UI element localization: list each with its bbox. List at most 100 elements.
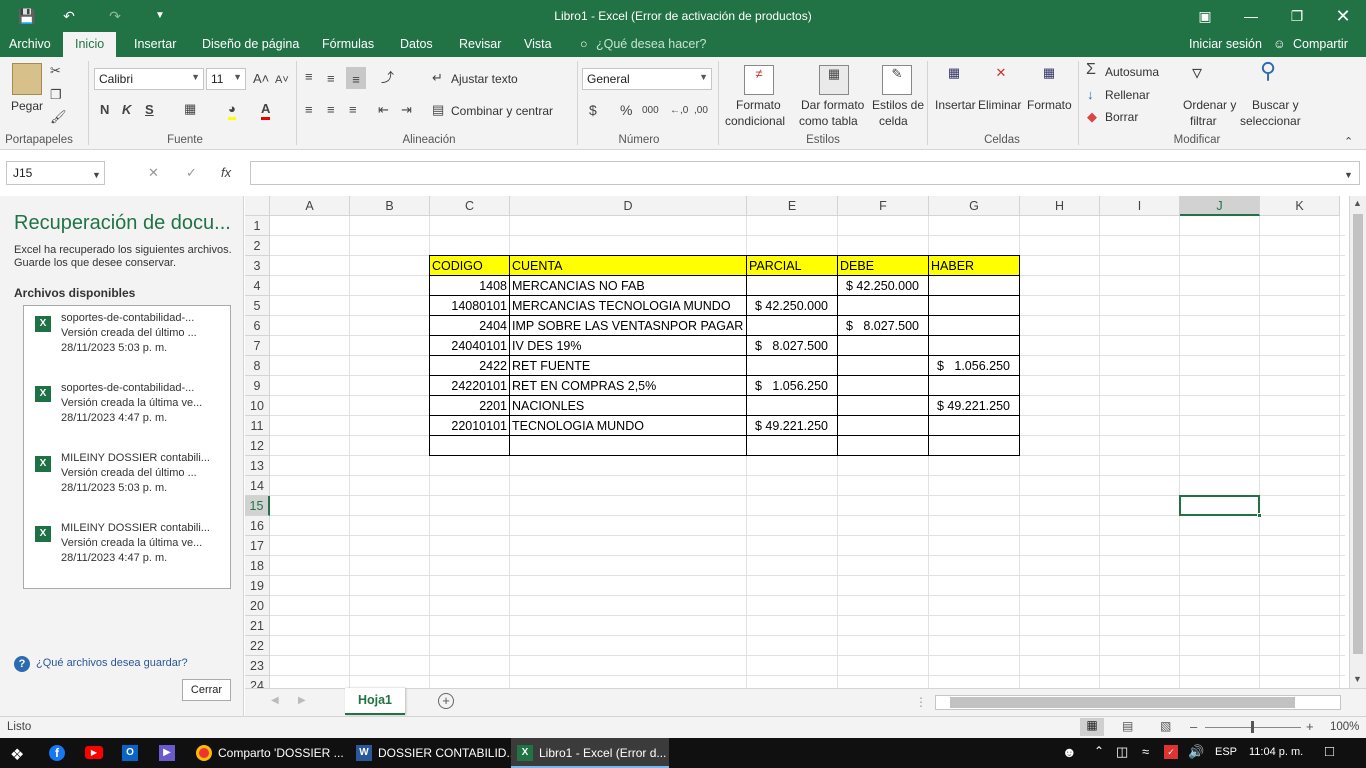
share-button[interactable]: Compartir [1293,37,1348,51]
row-header-18[interactable]: 18 [245,556,270,576]
page-layout-icon[interactable]: ▤ [1122,719,1133,733]
selected-cell[interactable] [1179,495,1260,516]
column-header-a[interactable]: A [270,196,350,216]
table-cell-parcial[interactable]: $ 1.056.250 [747,376,837,396]
table-cell-cuenta[interactable]: RET FUENTE [510,356,746,376]
table-cell-haber[interactable]: $ 1.056.250 [929,356,1019,376]
table-cell-haber[interactable] [929,316,1019,336]
wrap-text-button[interactable]: Ajustar texto [451,72,518,86]
table-header-cuenta[interactable]: CUENTA [510,256,746,276]
cell-styles-label-1[interactable]: Estilos de [872,98,924,112]
number-format-select[interactable]: General ▼ [582,68,712,90]
table-header-codigo[interactable]: CODIGO [430,256,509,276]
row-header-4[interactable]: 4 [245,276,270,296]
increase-indent-icon[interactable]: ⇥ [401,102,412,118]
decrease-decimal-icon[interactable]: ,00 [694,103,708,119]
table-format-icon[interactable]: ▦ [819,65,849,95]
font-size-select[interactable]: 11 ▼ [206,68,246,90]
clock[interactable]: 11:04 p. m. [1249,746,1303,758]
table-format-label-1[interactable]: Dar formato [801,98,864,112]
autosum-button[interactable]: Autosuma [1105,65,1159,79]
page-break-icon[interactable]: ▧ [1160,719,1171,733]
taskbar-item-excel[interactable]: X Libro1 - Excel (Error d... [511,738,669,768]
copy-icon[interactable]: ❐ [50,87,62,103]
format-cells-button[interactable]: Formato [1027,98,1072,112]
grow-font-icon[interactable]: A˄ [253,71,269,87]
list-item[interactable]: X MILEINY DOSSIER contabili... Versión c… [24,450,230,512]
bold-button[interactable]: N [100,102,109,118]
align-top-icon[interactable]: ≡ [305,69,313,85]
tab-diseno-pagina[interactable]: Diseño de página [202,37,299,51]
row-header-3[interactable]: 3 [245,256,270,276]
spreadsheet-grid[interactable]: A B C D E F G H I J K 1 2 3 4 5 6 7 8 9 10 11 12 13 14 15 16 17 18 19… [245,196,1366,688]
row-header-5[interactable]: 5 [245,296,270,316]
table-cell-haber[interactable]: $ 49.221.250 [929,396,1019,416]
underline-button[interactable]: S [145,102,154,118]
table-cell-debe[interactable] [838,336,928,356]
table-cell-haber[interactable] [929,296,1019,316]
align-bottom-icon[interactable]: ≡ [346,67,366,89]
ribbon-display-icon[interactable]: ▣ [1194,6,1216,26]
tab-archivo[interactable]: Archivo [9,37,51,51]
prev-sheet-icon[interactable]: ◀ [271,695,279,706]
tab-datos[interactable]: Datos [400,37,433,51]
row-header-6[interactable]: 6 [245,316,270,336]
signin-link[interactable]: Iniciar sesión [1189,37,1262,51]
column-header-d[interactable]: D [510,196,747,216]
row-header-9[interactable]: 9 [245,376,270,396]
row-header-1[interactable]: 1 [245,216,270,236]
find-select-label-1[interactable]: Buscar y [1252,98,1299,112]
list-item[interactable]: X soportes-de-contabilidad-... Versión c… [24,380,230,442]
align-middle-icon[interactable]: ≡ [327,71,335,87]
column-header-j[interactable]: J [1180,196,1260,216]
table-cell-parcial[interactable] [747,276,837,296]
insert-cells-icon[interactable]: ▦ [940,65,968,93]
table-cell-parcial[interactable] [747,356,837,376]
volume-icon[interactable]: 🔊 [1188,744,1204,760]
table-cell-debe[interactable]: $ 8.027.500 [838,316,928,336]
table-cell-codigo[interactable]: 24220101 [430,376,509,396]
table-cell-haber[interactable] [929,336,1019,356]
table-cell-cuenta[interactable]: TECNOLOGIA MUNDO [510,416,746,436]
table-cell-parcial[interactable] [747,396,837,416]
tab-insertar[interactable]: Insertar [134,37,176,51]
table-cell-debe[interactable] [838,356,928,376]
zoom-out-icon[interactable]: – [1190,719,1197,734]
currency-button[interactable]: $ [589,102,597,118]
conditional-format-label-1[interactable]: Formato [736,98,781,112]
normal-view-icon[interactable]: ▦ [1080,718,1104,736]
row-header-11[interactable]: 11 [245,416,270,436]
table-cell-cuenta[interactable]: NACIONLES [510,396,746,416]
find-select-label-2[interactable]: seleccionar [1240,114,1301,128]
column-header-e[interactable]: E [747,196,838,216]
table-format-label-2[interactable]: como tabla [799,114,858,128]
battery-icon[interactable]: ◫ [1116,744,1128,760]
row-header-8[interactable]: 8 [245,356,270,376]
table-cell-codigo[interactable]: 1408 [430,276,509,296]
table-cell-codigo[interactable]: 2201 [430,396,509,416]
add-sheet-icon[interactable]: + [438,693,454,709]
facebook-icon[interactable]: f [49,745,65,761]
row-header-20[interactable]: 20 [245,596,270,616]
clear-button[interactable]: Borrar [1105,110,1138,124]
enter-icon[interactable]: ✓ [186,165,197,181]
table-cell-debe[interactable] [838,296,928,316]
column-header-k[interactable]: K [1260,196,1340,216]
column-header-h[interactable]: H [1020,196,1100,216]
row-header-22[interactable]: 22 [245,636,270,656]
decrease-indent-icon[interactable]: ⇤ [378,102,389,118]
row-header-7[interactable]: 7 [245,336,270,356]
font-name-select[interactable]: Calibri ▼ [94,68,204,90]
vertical-scrollbar[interactable]: ▲ ▼ [1349,196,1366,688]
table-cell-debe[interactable] [838,416,928,436]
fill-button[interactable]: Rellenar [1105,88,1150,102]
hscroll-thumb[interactable] [950,697,1295,708]
table-header-debe[interactable]: DEBE [838,256,928,276]
thousands-button[interactable]: 000 [642,103,659,119]
table-cell-cuenta[interactable]: IV DES 19% [510,336,746,356]
row-header-12[interactable]: 12 [245,436,270,456]
table-cell-cuenta[interactable]: RET EN COMPRAS 2,5% [510,376,746,396]
format-painter-icon[interactable]: 🖌 [50,109,67,125]
eraser-icon[interactable]: ◆ [1087,109,1097,125]
zoom-slider[interactable] [1205,721,1301,733]
